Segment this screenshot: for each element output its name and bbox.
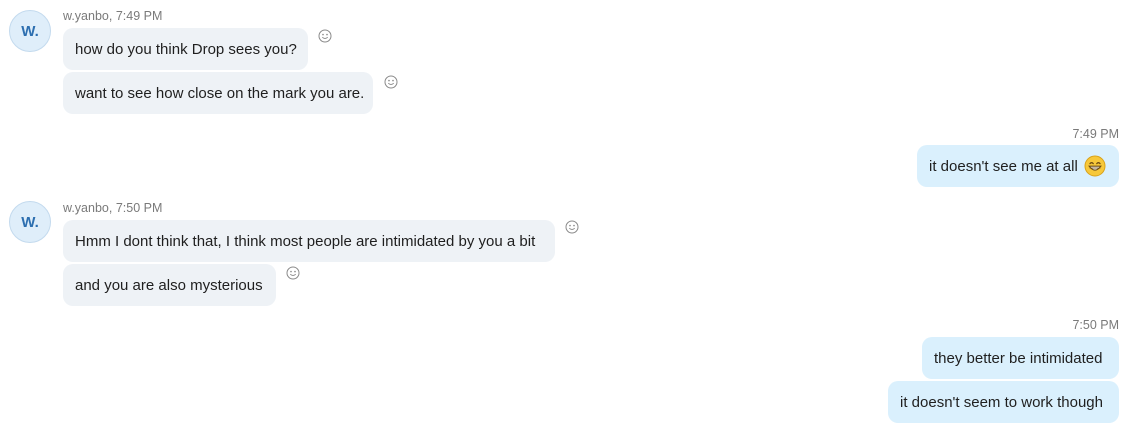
message-sender-time: w.yanbo, 7:49 PM <box>63 9 163 23</box>
message-time: 7:50 PM <box>1072 318 1119 332</box>
message-text: it doesn't seem to work though <box>900 393 1103 411</box>
avatar[interactable]: W. <box>9 10 51 52</box>
message-sender-time: w.yanbo, 7:50 PM <box>63 201 163 215</box>
avatar-initials: W. <box>21 213 39 231</box>
message-text: how do you think Drop sees you? <box>75 40 297 58</box>
smiley-icon[interactable] <box>565 220 579 234</box>
incoming-message-bubble[interactable]: Hmm I dont think that, I think most peop… <box>63 220 555 262</box>
outgoing-message-bubble[interactable]: it doesn't seem to work though <box>888 381 1119 423</box>
outgoing-message-bubble[interactable]: it doesn't see me at all <box>917 145 1119 187</box>
outgoing-message-bubble[interactable]: they better be intimidated <box>922 337 1119 379</box>
message-text: Hmm I dont think that, I think most peop… <box>75 232 536 250</box>
message-text: want to see how close on the mark you ar… <box>75 84 365 102</box>
chat-conversation: W. w.yanbo, 7:49 PM how do you think Dro… <box>0 0 1123 428</box>
message-text: and you are also mysterious <box>75 276 263 294</box>
message-time: 7:49 PM <box>1072 127 1119 141</box>
grinning-face-emoji-icon <box>1084 155 1106 177</box>
avatar[interactable]: W. <box>9 201 51 243</box>
message-text: it doesn't see me at all <box>929 157 1078 175</box>
smiley-icon[interactable] <box>384 75 398 89</box>
message-text: they better be intimidated <box>934 349 1103 367</box>
avatar-initials: W. <box>21 22 39 40</box>
incoming-message-bubble[interactable]: and you are also mysterious <box>63 264 276 306</box>
smiley-icon[interactable] <box>318 29 332 43</box>
incoming-message-bubble[interactable]: how do you think Drop sees you? <box>63 28 308 70</box>
smiley-icon[interactable] <box>286 266 300 280</box>
incoming-message-bubble[interactable]: want to see how close on the mark you ar… <box>63 72 373 114</box>
